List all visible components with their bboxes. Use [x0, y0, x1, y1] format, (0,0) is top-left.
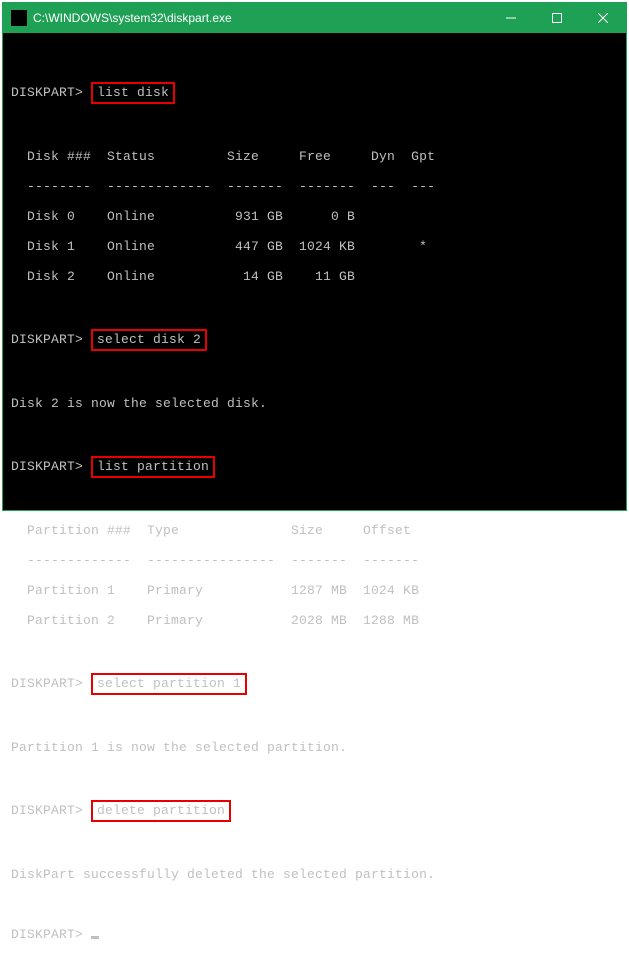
cmd-delete-partition: delete partition — [91, 800, 231, 822]
terminal-output[interactable]: DISKPART> list disk Disk ### Status Size… — [3, 33, 626, 980]
msg-delete-success: DiskPart successfully deleted the select… — [11, 867, 618, 882]
prompt: DISKPART> — [11, 85, 83, 100]
partition-row: Partition 1 Primary 1287 MB 1024 KB — [11, 583, 618, 598]
prompt: DISKPART> — [11, 332, 83, 347]
cmd-select-disk: select disk 2 — [91, 329, 207, 351]
disk-row: Disk 1 Online 447 GB 1024 KB * — [11, 239, 618, 254]
prompt: DISKPART> — [11, 803, 83, 818]
command-line: DISKPART> select disk 2 — [11, 329, 618, 351]
msg-partition-selected: Partition 1 is now the selected partitio… — [11, 740, 618, 755]
close-button[interactable] — [580, 3, 626, 33]
partition-row: Partition 2 Primary 2028 MB 1288 MB — [11, 613, 618, 628]
msg-disk-selected: Disk 2 is now the selected disk. — [11, 396, 618, 411]
disk-row: Disk 0 Online 931 GB 0 B — [11, 209, 618, 224]
maximize-icon — [552, 13, 562, 23]
disk-row: Disk 2 Online 14 GB 11 GB — [11, 269, 618, 284]
prompt: DISKPART> — [11, 676, 83, 691]
disk-divider: -------- ------------- ------- ------- -… — [11, 179, 618, 194]
prompt: DISKPART> — [11, 927, 83, 942]
minimize-icon — [506, 13, 516, 23]
command-line: DISKPART> — [11, 927, 618, 942]
cmd-list-disk: list disk — [91, 82, 175, 104]
command-line: DISKPART> list disk — [11, 82, 618, 104]
cmd-list-partition: list partition — [91, 456, 215, 478]
title-text: C:\WINDOWS\system32\diskpart.exe — [33, 11, 232, 25]
command-line: DISKPART> delete partition — [11, 800, 618, 822]
titlebar: C:\WINDOWS\system32\diskpart.exe — [3, 3, 626, 33]
cursor — [91, 936, 99, 939]
maximize-button[interactable] — [534, 3, 580, 33]
disk-header: Disk ### Status Size Free Dyn Gpt — [11, 149, 618, 164]
partition-divider: ------------- ---------------- ------- -… — [11, 553, 618, 568]
cmd-select-partition: select partition 1 — [91, 673, 247, 695]
app-icon — [11, 10, 27, 26]
command-line: DISKPART> select partition 1 — [11, 673, 618, 695]
console-window: C:\WINDOWS\system32\diskpart.exe DISKPAR… — [2, 2, 627, 511]
minimize-button[interactable] — [488, 3, 534, 33]
close-icon — [598, 13, 608, 23]
partition-header: Partition ### Type Size Offset — [11, 523, 618, 538]
command-line: DISKPART> list partition — [11, 456, 618, 478]
prompt: DISKPART> — [11, 459, 83, 474]
